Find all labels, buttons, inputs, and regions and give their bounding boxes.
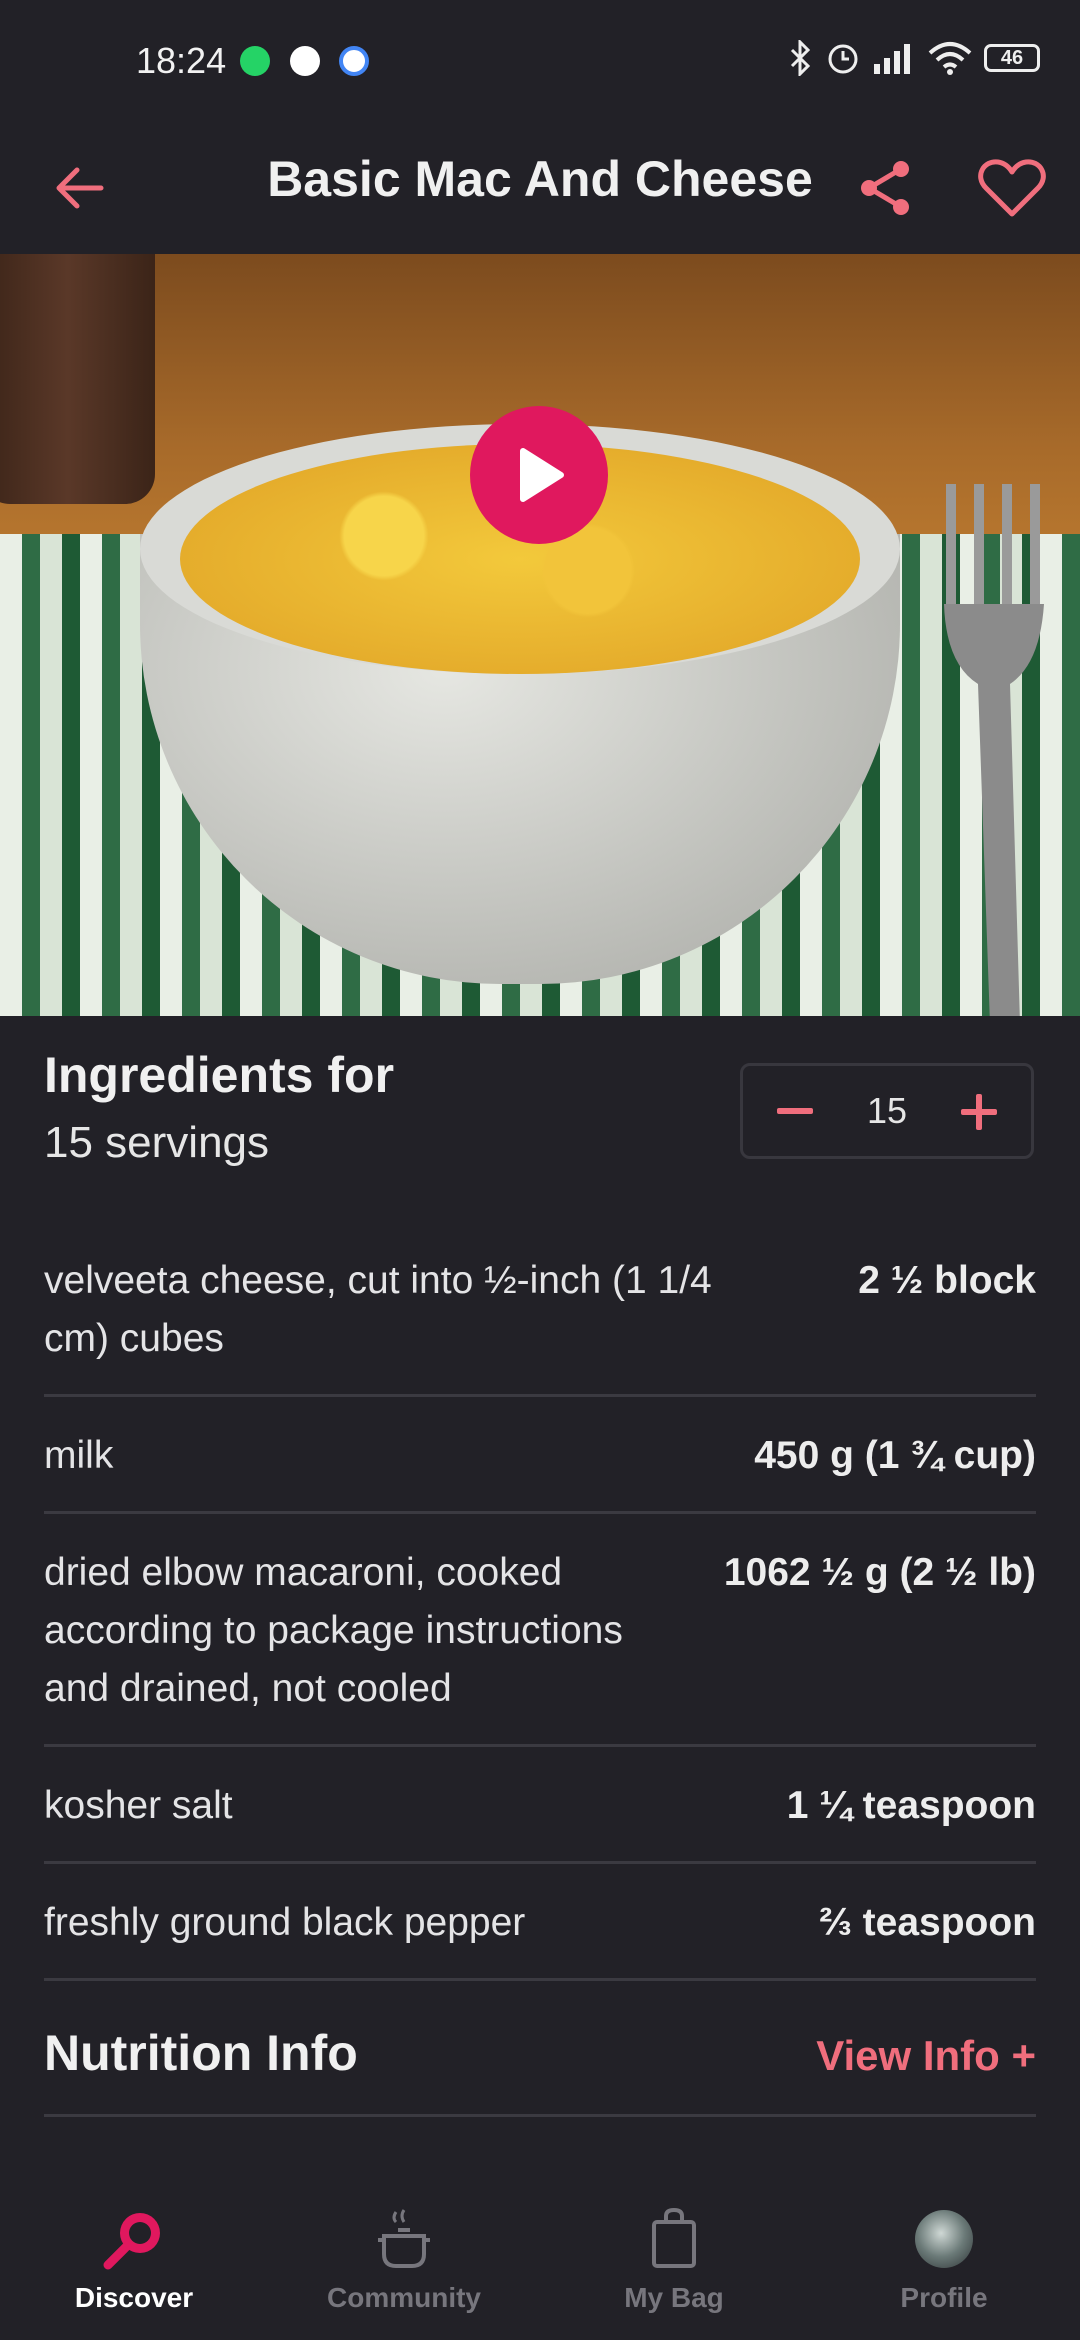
ingredient-name: kosher salt — [44, 1784, 233, 1827]
fork-image — [944, 484, 1044, 1016]
ingredient-name: velveeta cheese, cut into ½-inch (1 1/4 … — [44, 1259, 712, 1360]
calendar-icon — [339, 46, 369, 76]
plus-icon — [961, 1094, 997, 1130]
avatar — [915, 2210, 973, 2268]
nav-label: Discover — [74, 2282, 194, 2313]
increase-servings-button[interactable] — [947, 1080, 1011, 1144]
play-icon — [520, 448, 564, 502]
alarm-icon — [828, 44, 858, 74]
ingredient-name: dried elbow macaroni, cooked according t… — [44, 1551, 623, 1710]
bag-icon — [652, 2208, 696, 2268]
status-time: 18:24 — [136, 40, 227, 81]
nav-my-bag[interactable]: My Bag — [574, 2206, 774, 2326]
ingredient-row: dried elbow macaroni, cooked according t… — [44, 1514, 1036, 1747]
pepper-mill — [0, 254, 155, 504]
ingredient-name: milk — [44, 1434, 114, 1477]
nav-label: Community — [327, 2282, 481, 2313]
nav-label: My Bag — [624, 2282, 724, 2313]
nutrition-section: Nutrition Info View Info + — [44, 2024, 1036, 2117]
ingredient-row: kosher salt 1 ¼ teaspoon — [44, 1747, 1036, 1864]
bluetooth-icon — [790, 40, 811, 76]
ingredient-quantity: ⅔ teaspoon — [819, 1901, 1036, 1944]
ingredient-row: milk 450 g (1 ¾ cup) — [44, 1397, 1036, 1514]
ingredient-quantity: 450 g (1 ¾ cup) — [754, 1434, 1036, 1477]
ingredient-quantity: 1062 ½ g (2 ½ lb) — [723, 1551, 1036, 1594]
ingredient-quantity: 2 ½ block — [858, 1259, 1036, 1302]
play-video-button[interactable] — [470, 406, 608, 544]
signal-icon — [874, 44, 910, 74]
heart-icon — [978, 159, 1046, 217]
battery-icon: 46 — [984, 44, 1040, 72]
ingredient-row: velveeta cheese, cut into ½-inch (1 1/4 … — [44, 1222, 1036, 1397]
view-info-link[interactable]: View Info + — [816, 2032, 1036, 2080]
app-bar: Basic Mac And Cheese — [0, 120, 1080, 254]
share-icon — [861, 161, 909, 215]
search-icon — [103, 2213, 160, 2270]
nav-community[interactable]: Community — [304, 2206, 504, 2326]
bottom-navigation: Discover Community My Bag Profile — [0, 2180, 1080, 2340]
ingredients-title: Ingredients for — [44, 1047, 395, 1103]
share-button[interactable] — [845, 148, 925, 228]
ingredient-name: freshly ground black pepper — [44, 1901, 526, 1944]
nutrition-title: Nutrition Info — [44, 2025, 358, 2081]
ingredient-row: freshly ground black pepper ⅔ teaspoon — [44, 1864, 1036, 1981]
ingredient-list: velveeta cheese, cut into ½-inch (1 1/4 … — [44, 1222, 1036, 1981]
status-bar: 18:24 46 — [0, 0, 1080, 120]
ingredient-quantity: 1 ¼ teaspoon — [786, 1784, 1036, 1827]
nav-profile[interactable]: Profile — [844, 2206, 1044, 2326]
recipe-image — [0, 254, 1080, 1016]
wifi-icon — [928, 42, 972, 75]
nav-discover[interactable]: Discover — [34, 2206, 234, 2326]
nav-label: Profile — [900, 2282, 988, 2313]
favorite-button[interactable] — [972, 148, 1052, 228]
gmail-icon — [290, 46, 320, 76]
whatsapp-icon — [240, 46, 270, 76]
pot-icon — [378, 2209, 430, 2268]
servings-text: 15 servings — [44, 1118, 270, 1167]
servings-stepper: 15 — [740, 1063, 1034, 1159]
